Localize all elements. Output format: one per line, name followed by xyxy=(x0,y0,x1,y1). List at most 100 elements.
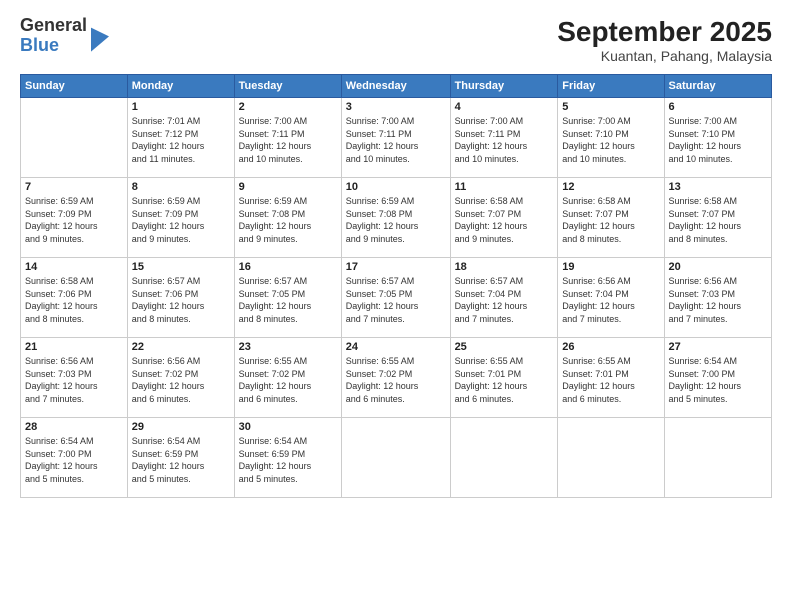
day-info: Sunrise: 6:57 AM Sunset: 7:06 PM Dayligh… xyxy=(132,275,230,325)
day-number: 14 xyxy=(25,261,123,273)
calendar-cell: 15 Sunrise: 6:57 AM Sunset: 7:06 PM Dayli… xyxy=(127,258,234,338)
calendar-cell: 14 Sunrise: 6:58 AM Sunset: 7:06 PM Dayli… xyxy=(21,258,128,338)
day-number: 22 xyxy=(132,341,230,353)
title-block: September 2025 Kuantan, Pahang, Malaysia xyxy=(557,16,772,64)
calendar-cell: 29 Sunrise: 6:54 AM Sunset: 6:59 PM Dayli… xyxy=(127,418,234,498)
day-info: Sunrise: 7:00 AM Sunset: 7:10 PM Dayligh… xyxy=(562,115,659,165)
day-info: Sunrise: 6:58 AM Sunset: 7:07 PM Dayligh… xyxy=(455,195,554,245)
calendar-cell: 25 Sunrise: 6:55 AM Sunset: 7:01 PM Dayli… xyxy=(450,338,558,418)
day-number: 25 xyxy=(455,341,554,353)
calendar-cell xyxy=(21,98,128,178)
calendar-cell: 2Sunrise: 7:00 AM Sunset: 7:11 PM Daylig… xyxy=(234,98,341,178)
calendar-cell: 6 Sunrise: 7:00 AM Sunset: 7:10 PM Daylig… xyxy=(664,98,771,178)
calendar-cell: 27Sunrise: 6:54 AM Sunset: 7:00 PM Dayli… xyxy=(664,338,771,418)
calendar-cell xyxy=(558,418,664,498)
calendar-cell: 4 Sunrise: 7:00 AM Sunset: 7:11 PM Daylig… xyxy=(450,98,558,178)
calendar-cell: 13 Sunrise: 6:58 AM Sunset: 7:07 PM Dayli… xyxy=(664,178,771,258)
day-info: Sunrise: 6:56 AM Sunset: 7:02 PM Dayligh… xyxy=(132,355,230,405)
day-info: Sunrise: 6:58 AM Sunset: 7:07 PM Dayligh… xyxy=(562,195,659,245)
calendar-table: Sunday Monday Tuesday Wednesday Thursday… xyxy=(20,74,772,498)
day-info: Sunrise: 6:55 AM Sunset: 7:01 PM Dayligh… xyxy=(455,355,554,405)
calendar-cell: 7 Sunrise: 6:59 AM Sunset: 7:09 PM Daylig… xyxy=(21,178,128,258)
calendar-cell: 30 Sunrise: 6:54 AM Sunset: 6:59 PM Dayli… xyxy=(234,418,341,498)
calendar-cell: 9Sunrise: 6:59 AM Sunset: 7:08 PM Daylig… xyxy=(234,178,341,258)
calendar-cell: 18 Sunrise: 6:57 AM Sunset: 7:04 PM Dayli… xyxy=(450,258,558,338)
day-number: 9 xyxy=(239,181,337,193)
calendar-cell: 19Sunrise: 6:56 AM Sunset: 7:04 PM Dayli… xyxy=(558,258,664,338)
calendar-cell: 17 Sunrise: 6:57 AM Sunset: 7:05 PM Dayli… xyxy=(341,258,450,338)
day-info: Sunrise: 6:55 AM Sunset: 7:02 PM Dayligh… xyxy=(239,355,337,405)
logo: General Blue xyxy=(20,16,109,56)
calendar-cell xyxy=(341,418,450,498)
day-number: 19 xyxy=(562,261,659,273)
day-number: 3 xyxy=(346,101,446,113)
calendar-cell: 26 Sunrise: 6:55 AM Sunset: 7:01 PM Dayli… xyxy=(558,338,664,418)
day-info: Sunrise: 6:59 AM Sunset: 7:09 PM Dayligh… xyxy=(25,195,123,245)
day-number: 18 xyxy=(455,261,554,273)
day-number: 26 xyxy=(562,341,659,353)
day-info: Sunrise: 6:54 AM Sunset: 6:59 PM Dayligh… xyxy=(132,435,230,485)
day-number: 5 xyxy=(562,101,659,113)
calendar-cell: 21 Sunrise: 6:56 AM Sunset: 7:03 PM Dayli… xyxy=(21,338,128,418)
day-number: 6 xyxy=(669,101,767,113)
logo-icon xyxy=(91,24,109,51)
day-info: Sunrise: 7:00 AM Sunset: 7:11 PM Dayligh… xyxy=(239,115,337,165)
calendar-week-1: 1Sunrise: 7:01 AM Sunset: 7:12 PM Daylig… xyxy=(21,98,772,178)
day-number: 21 xyxy=(25,341,123,353)
col-monday: Monday xyxy=(127,75,234,98)
day-number: 17 xyxy=(346,261,446,273)
day-info: Sunrise: 6:54 AM Sunset: 7:00 PM Dayligh… xyxy=(25,435,123,485)
day-info: Sunrise: 7:00 AM Sunset: 7:10 PM Dayligh… xyxy=(669,115,767,165)
calendar-cell: 8Sunrise: 6:59 AM Sunset: 7:09 PM Daylig… xyxy=(127,178,234,258)
day-info: Sunrise: 6:59 AM Sunset: 7:08 PM Dayligh… xyxy=(346,195,446,245)
calendar-cell: 10Sunrise: 6:59 AM Sunset: 7:08 PM Dayli… xyxy=(341,178,450,258)
col-sunday: Sunday xyxy=(21,75,128,98)
day-number: 28 xyxy=(25,421,123,433)
day-info: Sunrise: 7:00 AM Sunset: 7:11 PM Dayligh… xyxy=(346,115,446,165)
calendar-cell: 12 Sunrise: 6:58 AM Sunset: 7:07 PM Dayli… xyxy=(558,178,664,258)
calendar-cell: 5 Sunrise: 7:00 AM Sunset: 7:10 PM Daylig… xyxy=(558,98,664,178)
day-info: Sunrise: 6:55 AM Sunset: 7:02 PM Dayligh… xyxy=(346,355,446,405)
day-number: 30 xyxy=(239,421,337,433)
day-number: 11 xyxy=(455,181,554,193)
calendar-week-3: 14 Sunrise: 6:58 AM Sunset: 7:06 PM Dayli… xyxy=(21,258,772,338)
day-number: 27 xyxy=(669,341,767,353)
calendar-week-5: 28 Sunrise: 6:54 AM Sunset: 7:00 PM Dayli… xyxy=(21,418,772,498)
calendar-cell: 16 Sunrise: 6:57 AM Sunset: 7:05 PM Dayli… xyxy=(234,258,341,338)
day-info: Sunrise: 6:54 AM Sunset: 6:59 PM Dayligh… xyxy=(239,435,337,485)
page-container: General Blue September 2025 Kuantan, Pah… xyxy=(0,0,792,612)
day-info: Sunrise: 6:56 AM Sunset: 7:03 PM Dayligh… xyxy=(669,275,767,325)
page-title: September 2025 xyxy=(557,16,772,48)
calendar-week-4: 21 Sunrise: 6:56 AM Sunset: 7:03 PM Dayli… xyxy=(21,338,772,418)
day-number: 15 xyxy=(132,261,230,273)
calendar-cell: 20 Sunrise: 6:56 AM Sunset: 7:03 PM Dayli… xyxy=(664,258,771,338)
day-number: 24 xyxy=(346,341,446,353)
col-friday: Friday xyxy=(558,75,664,98)
calendar-cell: 28 Sunrise: 6:54 AM Sunset: 7:00 PM Dayli… xyxy=(21,418,128,498)
calendar-cell: 3 Sunrise: 7:00 AM Sunset: 7:11 PM Daylig… xyxy=(341,98,450,178)
calendar-cell: 23 Sunrise: 6:55 AM Sunset: 7:02 PM Dayli… xyxy=(234,338,341,418)
day-info: Sunrise: 7:01 AM Sunset: 7:12 PM Dayligh… xyxy=(132,115,230,165)
col-saturday: Saturday xyxy=(664,75,771,98)
day-number: 12 xyxy=(562,181,659,193)
day-number: 20 xyxy=(669,261,767,273)
calendar-cell: 11 Sunrise: 6:58 AM Sunset: 7:07 PM Dayli… xyxy=(450,178,558,258)
day-info: Sunrise: 6:57 AM Sunset: 7:05 PM Dayligh… xyxy=(239,275,337,325)
day-info: Sunrise: 6:57 AM Sunset: 7:05 PM Dayligh… xyxy=(346,275,446,325)
day-info: Sunrise: 6:57 AM Sunset: 7:04 PM Dayligh… xyxy=(455,275,554,325)
day-number: 23 xyxy=(239,341,337,353)
day-number: 13 xyxy=(669,181,767,193)
day-info: Sunrise: 6:59 AM Sunset: 7:09 PM Dayligh… xyxy=(132,195,230,245)
day-number: 16 xyxy=(239,261,337,273)
day-number: 29 xyxy=(132,421,230,433)
calendar-cell xyxy=(664,418,771,498)
calendar-cell: 22 Sunrise: 6:56 AM Sunset: 7:02 PM Dayli… xyxy=(127,338,234,418)
col-thursday: Thursday xyxy=(450,75,558,98)
day-number: 4 xyxy=(455,101,554,113)
day-number: 7 xyxy=(25,181,123,193)
day-info: Sunrise: 6:56 AM Sunset: 7:03 PM Dayligh… xyxy=(25,355,123,405)
day-info: Sunrise: 6:58 AM Sunset: 7:07 PM Dayligh… xyxy=(669,195,767,245)
day-info: Sunrise: 6:55 AM Sunset: 7:01 PM Dayligh… xyxy=(562,355,659,405)
day-info: Sunrise: 7:00 AM Sunset: 7:11 PM Dayligh… xyxy=(455,115,554,165)
day-info: Sunrise: 6:58 AM Sunset: 7:06 PM Dayligh… xyxy=(25,275,123,325)
